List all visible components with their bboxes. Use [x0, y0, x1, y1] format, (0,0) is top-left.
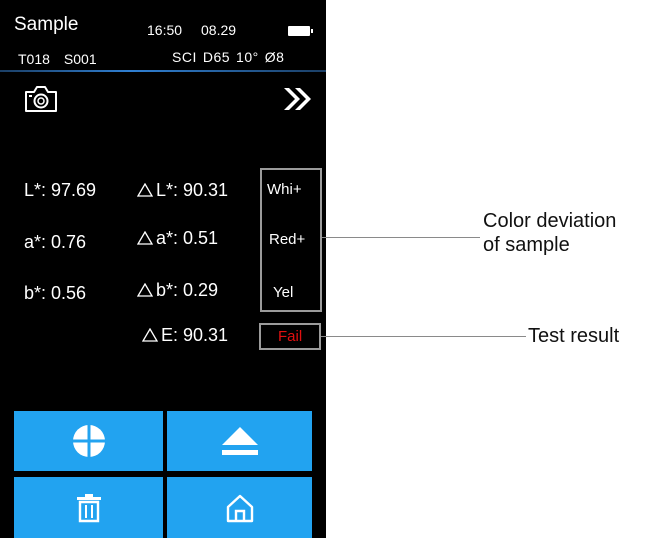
crosshair-circle-icon [72, 425, 105, 457]
measurement-b: b*: 0.56 [24, 283, 87, 303]
delete-button[interactable] [14, 477, 163, 538]
observer-label: 10° [236, 49, 259, 65]
delta-triangle-icon [137, 283, 153, 297]
delta-l-value: L*: 90.31 [156, 180, 229, 200]
deviation-callout-line [322, 237, 480, 238]
delta-triangle-icon [137, 183, 153, 197]
eject-button[interactable] [167, 411, 312, 471]
delta-triangle-icon [142, 328, 158, 342]
illuminant-label: D65 [202, 49, 231, 65]
page-title: Sample [14, 14, 79, 35]
header-divider [0, 70, 326, 72]
record-ids: T018 S001 [18, 51, 97, 67]
home-icon [226, 494, 253, 522]
delta-triangle-icon [137, 231, 153, 245]
delta-a: a*: 0.51 [137, 228, 218, 249]
eject-icon [221, 427, 258, 455]
measurement-conditions: SCI D65 10° Ø8 [172, 49, 290, 65]
status-badge: Fail [278, 328, 303, 345]
sample-id: S001 [63, 51, 97, 67]
clock-date: 08.29 [201, 22, 237, 38]
camera-icon[interactable] [23, 85, 59, 113]
measure-button[interactable] [14, 411, 163, 471]
clock-time: 16:50 [147, 22, 183, 38]
device-screen: Sample 16:50 08.29 T018 S001 SCI D65 10° Ø8 … [0, 0, 326, 538]
result-callout-line [321, 336, 526, 337]
status-header: Sample 16:50 08.29 T018 S001 SCI D65 10° Ø8 [0, 0, 326, 72]
delta-b: b*: 0.29 [137, 280, 218, 301]
annotation-line-1: Color deviation [483, 210, 617, 232]
deviation-b: Yel [273, 284, 294, 301]
trash-icon [76, 493, 101, 522]
color-deviation-annotation: Color deviation of sample [483, 209, 616, 257]
delta-e-value: E: 90.31 [161, 325, 229, 345]
delta-l: L*: 90.31 [137, 180, 228, 201]
home-button[interactable] [167, 477, 312, 538]
delta-a-value: a*: 0.51 [156, 228, 219, 248]
delta-e: E: 90.31 [142, 325, 228, 346]
delta-b-value: b*: 0.29 [156, 280, 219, 300]
double-chevron-right-icon[interactable] [280, 84, 314, 114]
deviation-a: Red+ [269, 231, 306, 248]
mode-label: SCI [172, 49, 197, 65]
measurement-l: L*: 97.69 [24, 180, 97, 200]
annotation-line-2: of sample [483, 234, 570, 256]
test-result-annotation: Test result [528, 325, 620, 347]
test-result-box: Fail [259, 323, 321, 350]
test-id: T018 [18, 51, 50, 67]
deviation-l: Whi+ [267, 181, 302, 198]
aperture-label: Ø8 [264, 49, 285, 65]
measurement-a: a*: 0.76 [24, 232, 87, 252]
battery-icon [288, 26, 313, 36]
